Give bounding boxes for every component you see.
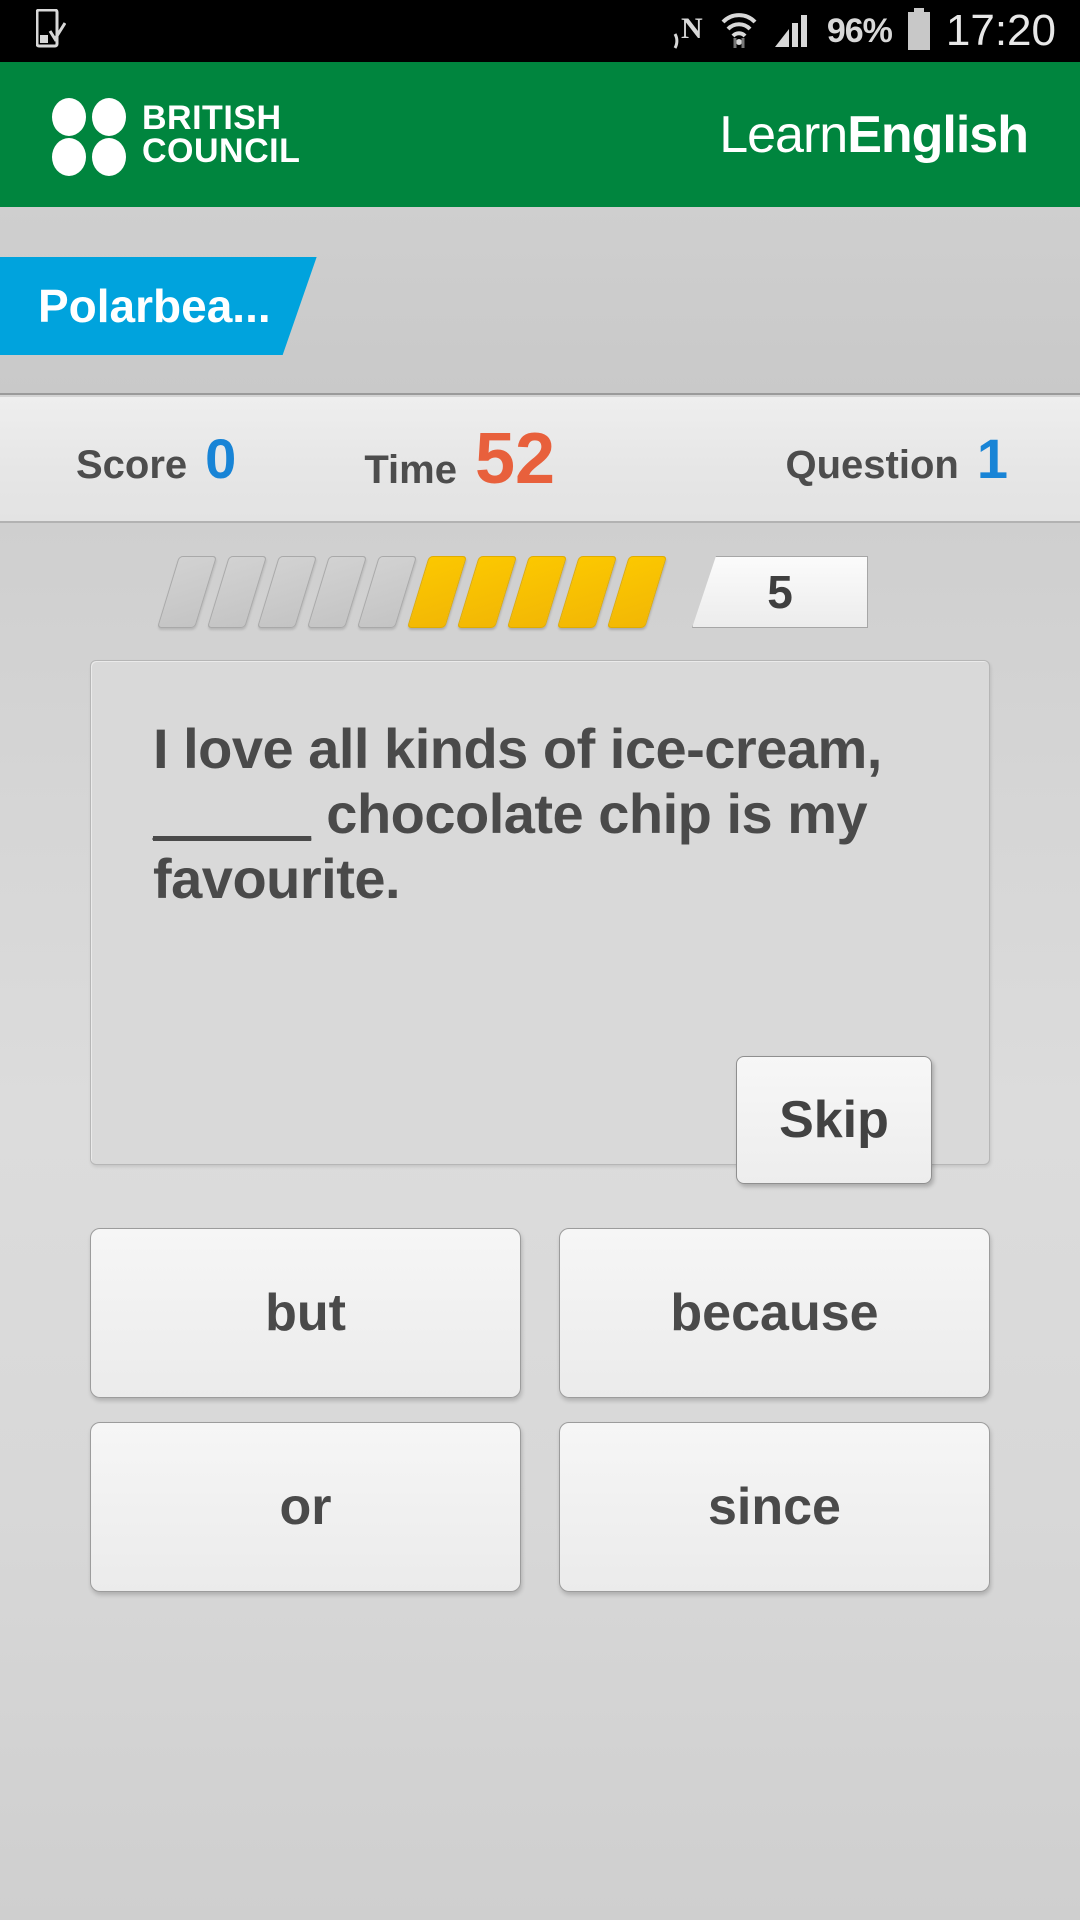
answer-option-label: because xyxy=(670,1284,879,1342)
british-council-dots-icon xyxy=(52,97,126,176)
skip-button-label: Skip xyxy=(779,1091,889,1149)
time-value: 52 xyxy=(474,419,556,499)
tab-polarbear[interactable]: Polarbea... xyxy=(0,257,317,355)
progress-chevron xyxy=(156,556,218,628)
progress-indicator: 5 xyxy=(156,556,868,628)
status-bar: N 96% 17:20 xyxy=(0,0,1080,62)
question-text: I love all kinds of ice-cream, _____ cho… xyxy=(153,717,941,912)
question-card: I love all kinds of ice-cream, _____ cho… xyxy=(90,660,990,1184)
question-blank: _____ xyxy=(153,781,312,845)
tab-label: Polarbea... xyxy=(38,280,271,332)
clock-label: 17:20 xyxy=(945,6,1056,55)
sd-card-save-icon xyxy=(35,8,67,54)
brand-line-2: COUNCIL xyxy=(142,131,301,170)
answer-option-or[interactable]: or xyxy=(90,1422,521,1592)
answer-option-but[interactable]: but xyxy=(90,1228,521,1398)
progress-chevron xyxy=(506,556,568,628)
learnenglish-learn: Learn xyxy=(719,105,848,164)
stats-bar: Score 0 Time 52 Question 1 xyxy=(0,397,1080,523)
progress-chevron xyxy=(206,556,268,628)
question-text-before: I love all kinds of ice-cream, xyxy=(153,717,882,780)
progress-chevron xyxy=(356,556,418,628)
answer-option-since[interactable]: since xyxy=(559,1422,990,1592)
answer-options: but because or since xyxy=(90,1228,990,1592)
learnenglish-english: English xyxy=(847,105,1029,164)
nfc-icon: N xyxy=(673,8,705,55)
progress-chevron xyxy=(606,556,668,628)
quiz-body: 5 I love all kinds of ice-cream, _____ c… xyxy=(0,523,1080,1920)
status-bar-right: N 96% 17:20 xyxy=(673,6,1080,56)
time-stat: Time 52 xyxy=(364,423,555,495)
battery-icon xyxy=(906,7,932,55)
app-screen: N 96% 17:20 BRITISH COUNCIL LearnEnglish… xyxy=(0,0,1080,1920)
question-value: 1 xyxy=(976,426,1008,490)
brand-line-1: BRITISH xyxy=(142,99,282,138)
score-stat: Score 0 xyxy=(76,426,237,490)
questions-remaining-value: 5 xyxy=(767,566,793,618)
progress-chevron xyxy=(406,556,468,628)
skip-button[interactable]: Skip xyxy=(736,1056,932,1184)
question-label: Question xyxy=(785,442,959,487)
status-bar-left xyxy=(0,8,67,54)
questions-remaining-badge: 5 xyxy=(692,556,868,628)
tab-strip: Polarbea... xyxy=(0,207,1080,395)
progress-chevron xyxy=(256,556,318,628)
question-stat: Question 1 xyxy=(785,426,1009,490)
british-council-logo: BRITISH COUNCIL xyxy=(52,97,301,176)
answer-option-because[interactable]: because xyxy=(559,1228,990,1398)
progress-chevron xyxy=(456,556,518,628)
score-label: Score xyxy=(76,442,188,487)
battery-percent-label: 96% xyxy=(826,11,893,50)
learnenglish-logo: LearnEnglish xyxy=(719,105,1029,165)
answer-option-label: or xyxy=(279,1478,332,1536)
answer-option-label: since xyxy=(708,1478,841,1536)
time-label: Time xyxy=(364,448,457,492)
score-value: 0 xyxy=(205,426,237,490)
progress-chevron xyxy=(556,556,618,628)
cellular-signal-icon xyxy=(773,9,813,54)
british-council-wordmark: BRITISH COUNCIL xyxy=(142,99,301,170)
brand-header: BRITISH COUNCIL LearnEnglish xyxy=(0,62,1080,207)
answer-option-label: but xyxy=(265,1284,346,1342)
progress-chevron xyxy=(306,556,368,628)
svg-text:N: N xyxy=(681,12,703,45)
wifi-icon xyxy=(719,8,759,55)
